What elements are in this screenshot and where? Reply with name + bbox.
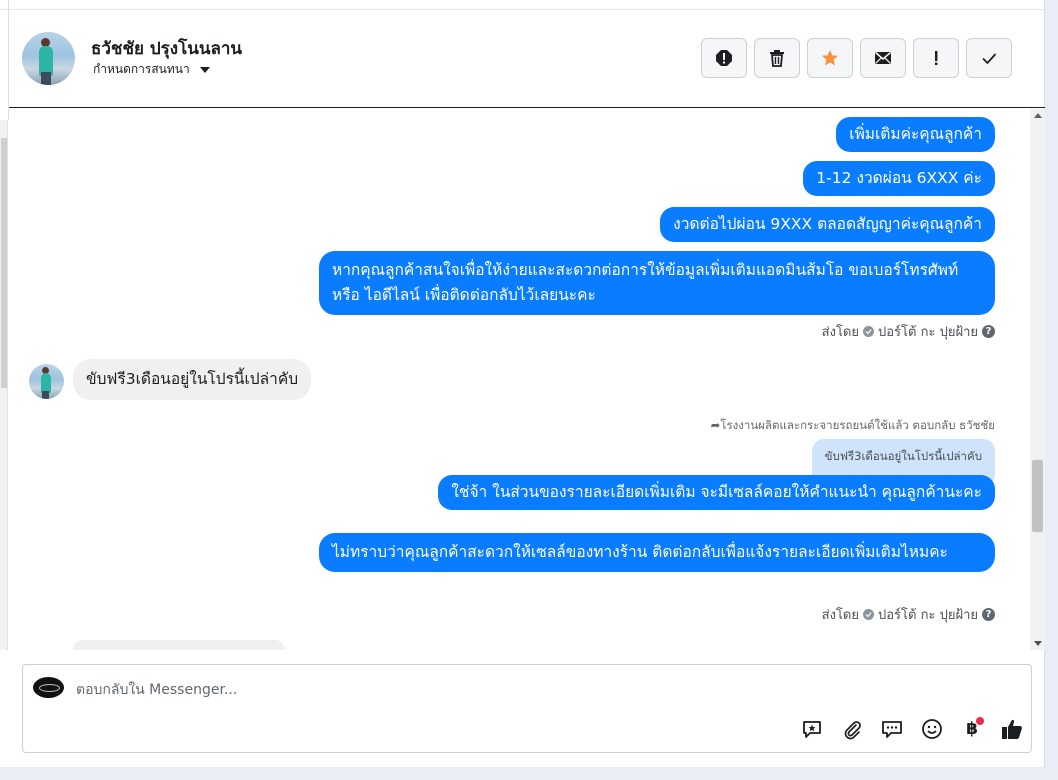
message-bubble-outgoing[interactable]: งวดต่อไปผ่อน 9XXX ตลอดสัญญาค่ะคุณลูกค้า: [660, 207, 995, 242]
page-avatar: [33, 677, 64, 698]
attach-file-button[interactable]: [839, 716, 865, 742]
top-strip: [0, 0, 1045, 10]
like-icon: [1002, 719, 1022, 739]
left-divider: [0, 0, 9, 120]
report-spam-button[interactable]: [701, 38, 747, 78]
follow-up-icon: [935, 51, 938, 65]
sent-by-row: ส่งโดย ปอร์โต้ กะ ปุยฝ้าย ?: [822, 321, 995, 342]
attachment-icon: [844, 721, 861, 740]
reply-input[interactable]: [76, 680, 976, 700]
emoji-button[interactable]: [919, 716, 945, 742]
message-bubble-outgoing[interactable]: 1-12 งวดผ่อน 6XXX ค่ะ: [803, 161, 995, 196]
conversation-panel: ธวัชชัย ปรุงโนนลาน กำหนดการสนทนา เพิ่มเต…: [0, 0, 1045, 767]
star-button[interactable]: [807, 38, 853, 78]
mark-unread-icon: [875, 51, 891, 64]
contact-avatar-small[interactable]: [29, 364, 64, 399]
avatar-photo-legs: [41, 72, 51, 85]
payment-button[interactable]: ฿: [959, 716, 985, 742]
message-bubble-outgoing[interactable]: เพิ่มเติมค่ะคุณลูกค้า: [836, 117, 995, 152]
contact-name[interactable]: ธวัชชัย ปรุงโนนลาน: [91, 35, 242, 62]
sent-by-agent: ปอร์โต้ กะ ปุยฝ้าย: [878, 325, 978, 340]
sent-by-prefix: ส่งโดย: [821, 325, 859, 340]
composer-tools: ฿: [799, 716, 1025, 742]
left-scrollbar-thumb[interactable]: [1, 138, 7, 388]
message-thread: เพิ่มเติมค่ะคุณลูกค้า 1-12 งวดผ่อน 6XXX …: [9, 109, 1030, 650]
reply-context-text: โรงงานผลิตและกระจายรถยนต์ใช้แล้ว ตอบกลับ…: [720, 418, 995, 432]
emoji-icon: [922, 719, 942, 739]
notification-dot: [976, 717, 984, 725]
assign-label: กำหนดการสนทนา: [93, 62, 190, 76]
left-scrollbar[interactable]: [0, 120, 8, 650]
message-bubble-incoming[interactable]: ขับฟรี3เดือนอยู่ในโปรนี้เปล่าคับ: [73, 359, 312, 400]
reply-arrow-icon: ➦: [710, 418, 721, 432]
mark-done-button[interactable]: [966, 38, 1012, 78]
verified-check-icon: [863, 609, 874, 620]
help-icon[interactable]: ?: [982, 325, 995, 338]
contact-avatar[interactable]: [22, 32, 75, 85]
message-bubble-outgoing[interactable]: ไม่ทราบว่าคุณลูกค้าสะดวกให้เซลล์ของทางร้…: [319, 533, 995, 572]
sent-by-row: ส่งโดย ปอร์โต้ กะ ปุยฝ้าย ?: [822, 604, 995, 625]
report-spam-icon: [716, 50, 732, 66]
trash-icon: [770, 50, 784, 67]
sent-by-prefix: ส่งโดย: [821, 608, 859, 623]
scroll-up-arrow-icon[interactable]: [1034, 113, 1042, 118]
saved-reply-icon: [803, 721, 821, 738]
faq-button[interactable]: [879, 716, 905, 742]
help-icon[interactable]: ?: [982, 608, 995, 621]
star-icon: [822, 50, 838, 66]
message-bubble-outgoing[interactable]: ใช่จ้า ในส่วนของรายละเอียดเพิ่มเติม จะมี…: [438, 475, 995, 510]
scroll-down-arrow-icon[interactable]: [1034, 641, 1042, 646]
like-button[interactable]: [999, 716, 1025, 742]
mark-unread-button[interactable]: [860, 38, 906, 78]
follow-up-button[interactable]: [913, 38, 959, 78]
caret-down-icon: [199, 66, 210, 73]
conversation-header: ธวัชชัย ปรุงโนนลาน กำหนดการสนทนา: [9, 10, 1045, 108]
thread-scrollbar[interactable]: [1030, 109, 1045, 650]
reply-context-note: ➦โรงงานผลิตและกระจายรถยนต์ใช้แล้ว ตอบกลั…: [711, 417, 995, 435]
header-actions: [701, 38, 1012, 78]
mark-done-icon: [982, 53, 997, 65]
sent-by-agent: ปอร์โต้ กะ ปุยฝ้าย: [878, 608, 978, 623]
saved-reply-button[interactable]: [799, 716, 825, 742]
message-bubble-incoming-partial[interactable]: [73, 640, 285, 650]
verified-check-icon: [863, 326, 874, 337]
message-bubble-outgoing[interactable]: หากคุณลูกค้าสนใจเพื่อให้ง่ายและสะดวกต่อก…: [319, 251, 995, 315]
assign-conversation-dropdown[interactable]: กำหนดการสนทนา: [93, 60, 210, 79]
avatar-photo-legs: [42, 391, 49, 399]
delete-button[interactable]: [754, 38, 800, 78]
avatar-photo-body: [41, 373, 51, 393]
reply-composer: ฿: [22, 664, 1032, 753]
faq-icon: [882, 721, 902, 738]
thread-scrollbar-thumb[interactable]: [1032, 460, 1043, 532]
